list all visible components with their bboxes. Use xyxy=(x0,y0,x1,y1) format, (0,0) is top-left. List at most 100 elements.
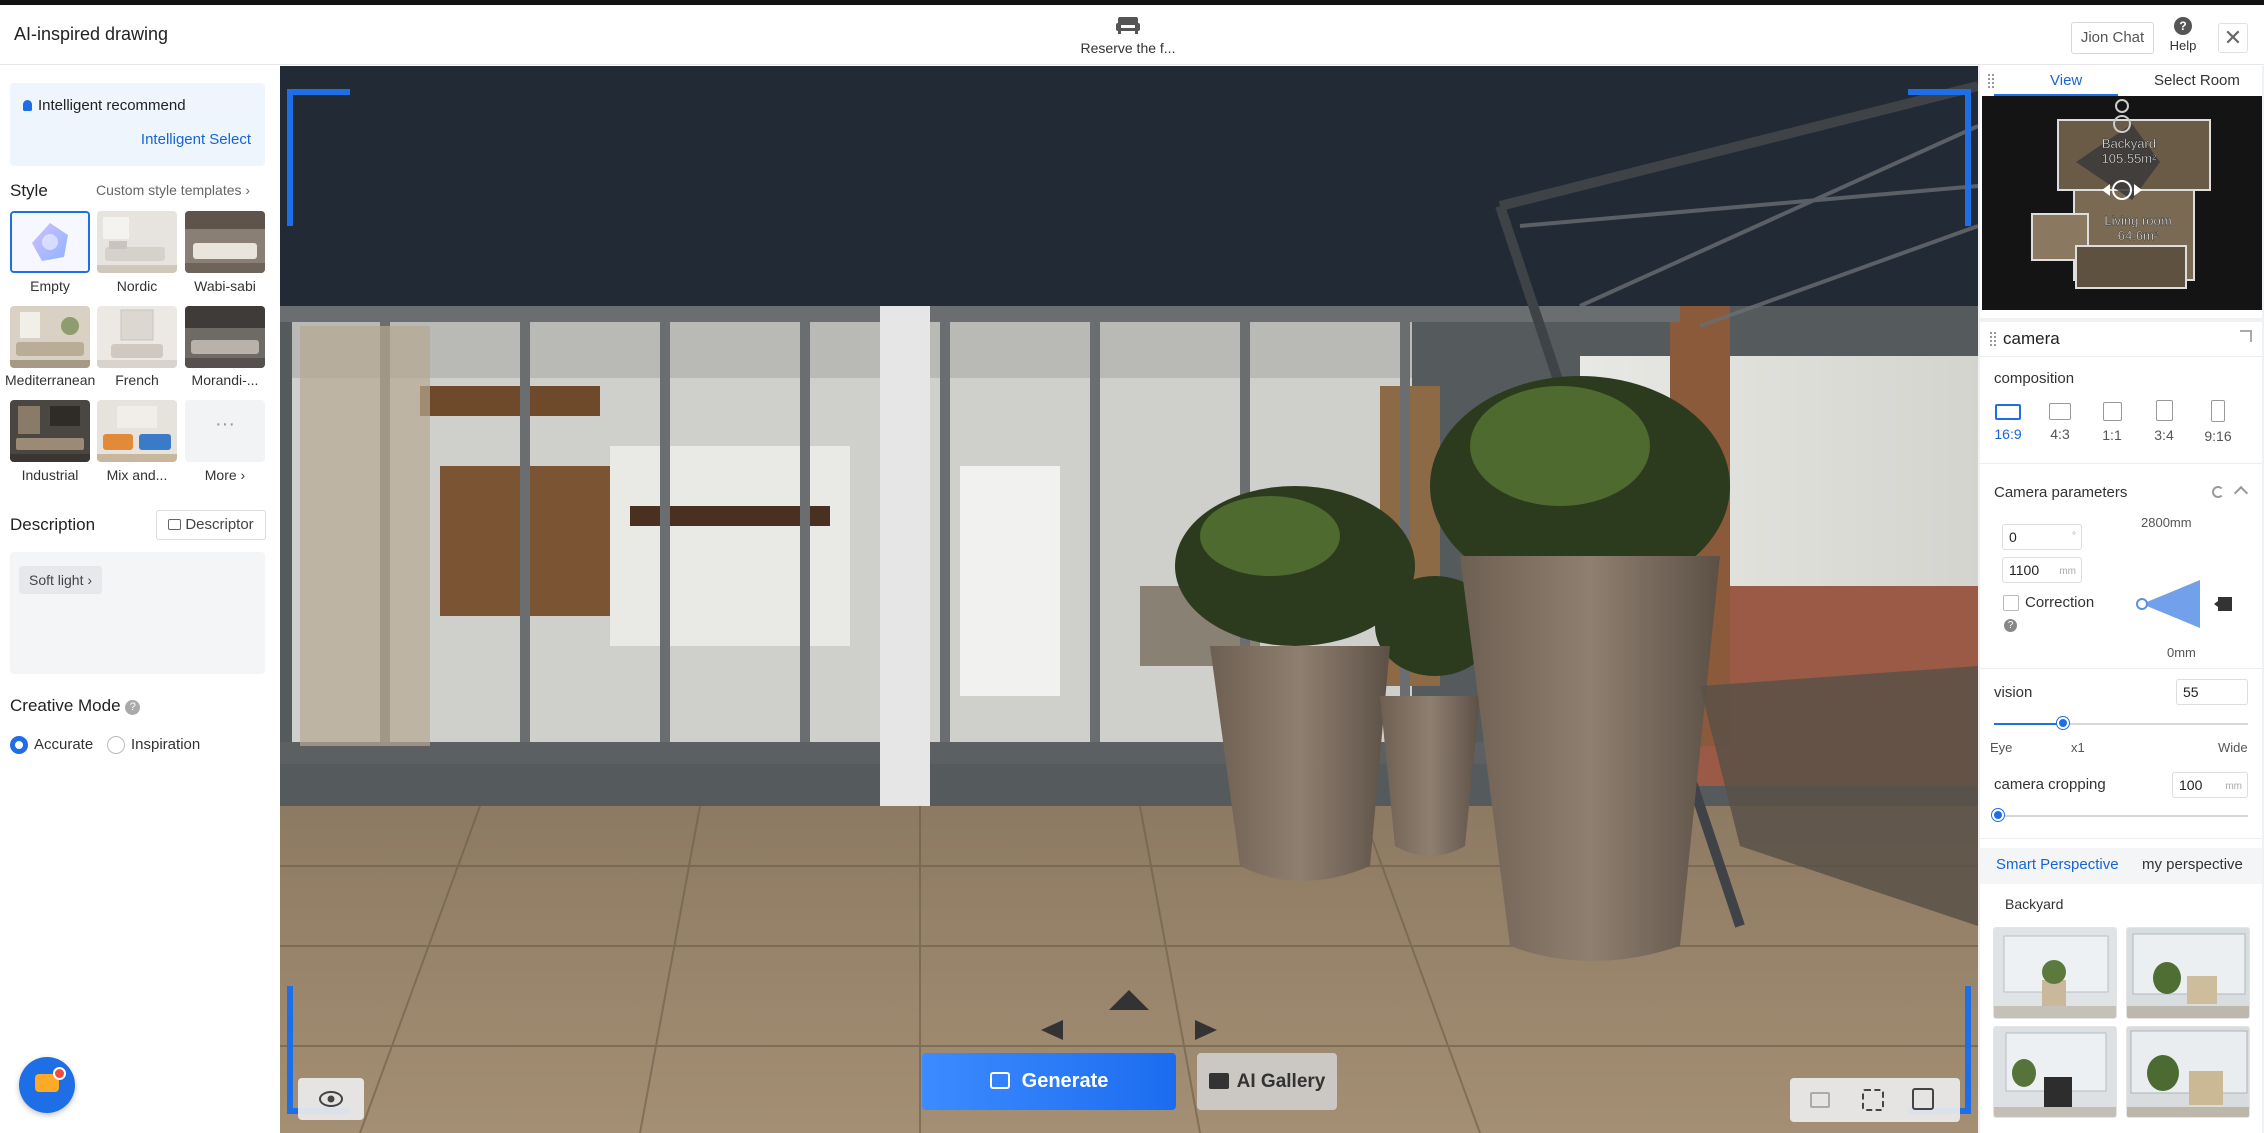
divider xyxy=(1980,668,2262,669)
gallery-icon xyxy=(1208,1073,1229,1089)
ai-gallery-button[interactable]: AI Gallery xyxy=(1197,1053,1337,1110)
minimap-room2-area: 64.6m² xyxy=(2118,228,2159,243)
tab-my-perspective[interactable]: my perspective xyxy=(2142,856,2243,873)
accurate-label: Accurate xyxy=(34,736,94,753)
height-max-label: 2800mm xyxy=(2141,515,2192,530)
minimap-room2-name: Living room xyxy=(2104,213,2171,228)
style-label-mediterranean: Mediterranean xyxy=(5,372,95,388)
cropping-slider-track[interactable] xyxy=(1994,815,2248,817)
vision-slider-knob[interactable] xyxy=(2056,717,2069,729)
style-label-mix-and-match: Mix and... xyxy=(106,467,168,483)
mediterranean-thumbnail xyxy=(10,306,90,368)
style-tile-empty[interactable] xyxy=(10,211,90,273)
divider xyxy=(1980,463,2262,464)
cropping-slider-knob[interactable] xyxy=(1992,809,2004,821)
perspective-thumb-3[interactable] xyxy=(1993,1026,2117,1118)
intelligent-recommend-card: Intelligent recommend Intelligent Select xyxy=(10,83,265,166)
ratio-16-9[interactable]: 16:9 xyxy=(1988,400,2028,442)
minimap-room1-name: Backyard xyxy=(2102,136,2156,151)
intelligent-recommend-title: Intelligent recommend xyxy=(23,97,186,114)
correction-checkbox[interactable] xyxy=(2003,595,2019,611)
custom-style-templates-link[interactable]: Custom style templates › xyxy=(96,182,250,198)
divider xyxy=(1980,838,2262,839)
composition-title: composition xyxy=(1994,370,2075,387)
floor-plan-minimap[interactable]: Backyard 105.55m² Living room 64.6m² xyxy=(1982,96,2262,310)
tab-select-room[interactable]: Select Room xyxy=(2154,72,2240,89)
vision-label: vision xyxy=(1994,684,2033,701)
ratio-4-3[interactable]: 4:3 xyxy=(2040,400,2080,442)
perspective-thumb-1[interactable] xyxy=(1993,927,2117,1019)
help-button[interactable]: ? Help xyxy=(2168,17,2198,53)
reset-icon[interactable] xyxy=(2212,486,2224,498)
camera-title: camera xyxy=(2003,329,2060,348)
style-tile-industrial[interactable] xyxy=(10,400,90,462)
ratio-3-4[interactable]: 3:4 xyxy=(2144,400,2184,443)
accurate-radio[interactable] xyxy=(10,736,28,754)
chat-button[interactable] xyxy=(19,1057,75,1113)
french-thumbnail xyxy=(97,306,177,368)
fit-view-icon[interactable] xyxy=(1862,1089,1884,1111)
tab-smart-perspective[interactable]: Smart Perspective xyxy=(1996,856,2119,873)
cropping-input[interactable]: 100 mm xyxy=(2172,772,2248,798)
style-tile-mix-and-match[interactable] xyxy=(97,400,177,462)
divider xyxy=(1980,356,2262,357)
vision-eye-label: Eye xyxy=(1990,740,2013,755)
notification-dot xyxy=(53,1067,66,1080)
camera-params-title: Camera parameters xyxy=(1994,484,2128,501)
generate-button[interactable]: Generate xyxy=(922,1053,1176,1110)
expand-icon[interactable] xyxy=(2240,330,2252,342)
perspective-thumb-4[interactable] xyxy=(2126,1026,2250,1118)
render-viewport[interactable] xyxy=(280,66,1978,1133)
inspiration-radio[interactable] xyxy=(107,736,125,754)
style-label-more[interactable]: More › xyxy=(180,467,270,483)
left-panel: Intelligent recommend Intelligent Select… xyxy=(0,66,280,1133)
perspective-thumb-2[interactable] xyxy=(2126,927,2250,1019)
camera-drag-handle-icon[interactable] xyxy=(1990,332,1996,346)
style-label-french: French xyxy=(115,372,159,388)
sofa-icon xyxy=(1116,17,1140,34)
correction-label: Correction xyxy=(2025,594,2095,611)
info-icon[interactable]: ? xyxy=(125,700,141,715)
generate-icon xyxy=(989,1072,1010,1089)
join-chat-button[interactable]: Jion Chat xyxy=(2071,22,2154,54)
vision-input[interactable]: 55 xyxy=(2176,679,2248,705)
viewport-tools xyxy=(1790,1078,1960,1122)
angle-input[interactable]: 0 ° xyxy=(2002,524,2082,550)
style-label-industrial: Industrial xyxy=(21,467,79,483)
image-disabled-icon[interactable] xyxy=(1810,1092,1830,1108)
creative-mode-title: Creative Mode ? xyxy=(10,696,141,716)
reserve-button[interactable]: Reserve the f... xyxy=(1070,15,1186,56)
ratio-1-1[interactable]: 1:1 xyxy=(2092,400,2132,443)
nordic-thumbnail xyxy=(97,211,177,273)
style-tile-morandi[interactable] xyxy=(185,306,265,368)
description-box[interactable]: Soft light › xyxy=(10,552,265,674)
intelligent-select-link[interactable]: Intelligent Select xyxy=(141,131,251,148)
height-input[interactable]: 1100 mm xyxy=(2002,557,2082,583)
scene-render xyxy=(280,66,1978,1133)
mix-and-match-thumbnail xyxy=(97,400,177,462)
close-icon[interactable]: ✕ xyxy=(2218,23,2248,53)
bell-icon xyxy=(23,100,32,111)
help-circle-icon[interactable]: ? xyxy=(2004,619,2017,632)
industrial-thumbnail xyxy=(10,400,90,462)
help-icon: ? xyxy=(2174,17,2192,35)
tab-view[interactable]: View xyxy=(2050,72,2082,89)
descriptor-button[interactable]: Descriptor xyxy=(156,510,266,540)
style-title: Style xyxy=(10,181,48,200)
ratio-9-16[interactable]: 9:16 xyxy=(2198,400,2238,444)
style-label-empty: Empty xyxy=(30,278,70,294)
style-tile-french[interactable] xyxy=(97,306,177,368)
description-chip[interactable]: Soft light › xyxy=(19,566,103,594)
zoom-view-icon[interactable] xyxy=(1912,1088,1934,1110)
reserve-label: Reserve the f... xyxy=(1080,40,1176,56)
drag-handle-icon[interactable] xyxy=(1988,74,1994,88)
vision-wide-label: Wide xyxy=(2218,740,2248,755)
preview-toggle-button[interactable] xyxy=(298,1078,364,1120)
style-tile-nordic[interactable] xyxy=(97,211,177,273)
style-label-wabi-sabi: Wabi-sabi xyxy=(194,278,256,294)
style-tile-mediterranean[interactable] xyxy=(10,306,90,368)
ellipsis-icon: ··· xyxy=(215,413,235,435)
morandi-thumbnail xyxy=(185,306,265,368)
style-tile-more[interactable]: ··· xyxy=(185,400,265,462)
style-tile-wabi-sabi[interactable] xyxy=(185,211,265,273)
